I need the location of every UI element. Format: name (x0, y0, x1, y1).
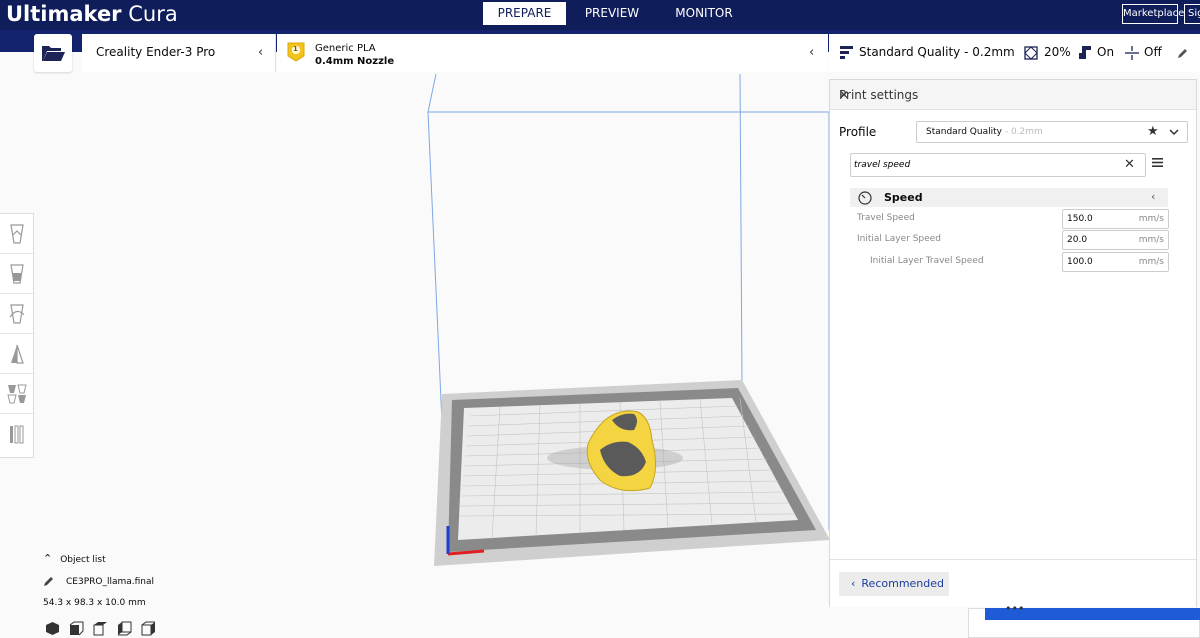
view-right-icon[interactable] (141, 621, 156, 636)
tool-bar (0, 213, 34, 458)
scale-icon (9, 263, 24, 284)
camera-view-buttons (45, 621, 156, 636)
setting-value: 150.0 (1067, 214, 1093, 224)
profile-dropdown[interactable]: Standard Quality - 0.2mm ★ (916, 121, 1188, 143)
tab-prepare[interactable]: PREPARE (483, 2, 566, 25)
mirror-tool[interactable] (0, 334, 33, 374)
pencil-icon[interactable] (1177, 47, 1189, 59)
printer-selector[interactable]: Creality Ender-3 Pro ‹ (82, 34, 276, 72)
object-name: CE3PRO_llama.final (66, 577, 155, 587)
adhesion-icon (1125, 46, 1139, 60)
infill-value: 20% (1044, 45, 1071, 59)
per-model-settings-tool[interactable] (0, 374, 33, 414)
sign-in-button[interactable]: Sign in (1184, 4, 1200, 24)
setting-unit: mm/s (1138, 235, 1164, 245)
tab-preview[interactable]: PREVIEW (566, 2, 658, 25)
settings-search-input[interactable] (850, 153, 1146, 177)
material-selector[interactable]: 1 Generic PLA 0.4mm Nozzle ‹ (277, 34, 828, 72)
chevron-up-icon: ⌃ (43, 552, 53, 565)
profile-value: Standard Quality (926, 127, 1002, 137)
chevron-left-icon: ‹ (1151, 190, 1156, 203)
recommended-label: Recommended (861, 577, 945, 590)
panel-footer: ‹ Recommended (830, 559, 1196, 607)
logo-light: Cura (121, 2, 178, 26)
nozzle-size: 0.4mm Nozzle (315, 56, 395, 67)
view-top-icon[interactable] (93, 621, 108, 636)
category-label: Speed (884, 191, 923, 204)
view-3d-icon[interactable] (45, 621, 60, 636)
adhesion-value: Off (1144, 45, 1162, 59)
support-blocker-icon (9, 425, 23, 444)
setting-value-field[interactable]: 20.0 mm/s (1062, 230, 1169, 250)
rotate-icon (9, 303, 24, 324)
object-list-header: Object list (60, 555, 106, 565)
setting-unit: mm/s (1138, 214, 1164, 224)
infill-icon (1024, 46, 1038, 60)
pencil-icon[interactable] (43, 575, 55, 587)
support-value: On (1097, 45, 1115, 59)
star-icon[interactable]: ★ (1147, 124, 1159, 139)
profile-label: Profile (839, 125, 877, 139)
panel-title: Print settings (839, 88, 919, 102)
chevron-down-icon (1169, 129, 1179, 136)
speedometer-icon (858, 191, 872, 205)
rotate-tool[interactable] (0, 294, 33, 334)
close-icon[interactable]: ✕ (839, 88, 849, 102)
tab-monitor[interactable]: MONITOR (658, 2, 750, 25)
profile-suffix: - 0.2mm (1001, 127, 1043, 137)
move-tool[interactable] (0, 214, 33, 254)
chevron-left-icon: ‹ (809, 45, 815, 60)
move-icon (9, 223, 24, 244)
mirror-icon (10, 344, 24, 364)
hamburger-icon[interactable] (1152, 158, 1163, 167)
setting-row: Travel Speed 150.0 mm/s (850, 209, 1169, 229)
setting-row: Initial Layer Travel Speed 100.0 mm/s (850, 252, 1169, 272)
panel-header: Print settings ✕ (830, 80, 1196, 110)
scale-tool[interactable] (0, 254, 33, 294)
setting-value-field[interactable]: 100.0 mm/s (1062, 252, 1169, 272)
setting-unit: mm/s (1138, 257, 1164, 267)
quality-bars-icon (840, 46, 853, 59)
setting-label: Travel Speed (857, 213, 915, 223)
marketplace-button[interactable]: Marketplace (1122, 4, 1184, 24)
view-left-icon[interactable] (117, 621, 132, 636)
print-setup-selector[interactable]: Standard Quality - 0.2mm 20% On Off (829, 34, 1200, 72)
setting-row: Initial Layer Speed 20.0 mm/s (850, 230, 1169, 250)
category-speed[interactable]: Speed ‹ (850, 188, 1168, 207)
stage-tabs: PREPARE PREVIEW MONITOR (483, 2, 750, 25)
support-icon (1079, 46, 1091, 59)
setting-value: 20.0 (1067, 235, 1088, 245)
chevron-left-icon: ‹ (258, 45, 264, 60)
setting-value: 100.0 (1067, 257, 1093, 267)
support-blocker-tool[interactable] (0, 414, 33, 454)
setting-value-field[interactable]: 150.0 mm/s (1062, 209, 1169, 229)
material-name: Generic PLA (315, 43, 376, 54)
view-front-icon[interactable] (69, 621, 84, 636)
object-dimensions: 54.3 x 98.3 x 10.0 mm (43, 598, 146, 608)
setting-label: Initial Layer Speed (857, 234, 941, 244)
print-settings-panel: Print settings ✕ Profile Standard Qualit… (829, 79, 1197, 607)
folder-open-icon (42, 46, 65, 61)
app-logo: Ultimaker Cura (6, 1, 178, 27)
quality-profile: Standard Quality - 0.2mm (859, 45, 1015, 59)
printer-name: Creality Ender-3 Pro (96, 45, 216, 59)
logo-bold: Ultimaker (6, 2, 122, 26)
more-options-icon[interactable]: ••• (1005, 602, 1024, 615)
chevron-left-icon: ‹ (851, 577, 856, 590)
open-file-button[interactable] (34, 34, 72, 72)
setting-label: Initial Layer Travel Speed (870, 256, 984, 266)
recommended-button[interactable]: ‹ Recommended (839, 572, 949, 596)
clear-search-icon[interactable]: ✕ (1124, 157, 1135, 172)
object-list-toggle[interactable]: ⌃ Object list (43, 552, 106, 565)
per-model-settings-icon (6, 384, 27, 403)
extruder-number: 1 (293, 45, 298, 53)
